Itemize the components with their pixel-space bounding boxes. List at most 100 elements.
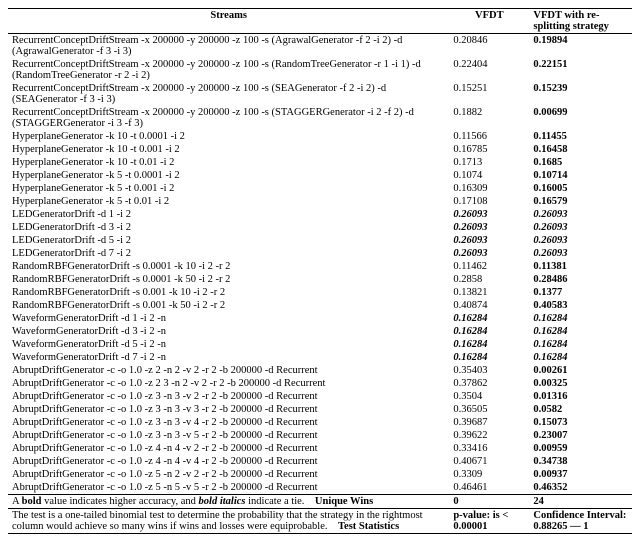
vfdt-cell: 0.11462: [449, 260, 529, 273]
table-row: RecurrentConceptDriftStream -x 200000 -y…: [8, 34, 632, 58]
vfdt-cell: 0.16284: [449, 351, 529, 364]
vfdt-cell: 0.16309: [449, 182, 529, 195]
table-row: HyperplaneGenerator -k 10 -t 0.0001 -i 2…: [8, 130, 632, 143]
table-row: RandomRBFGeneratorDrift -s 0.0001 -k 10 …: [8, 260, 632, 273]
table-row: AbruptDriftGenerator -c -o 1.0 -z 3 -n 3…: [8, 429, 632, 442]
vfdt-cell: 0.46461: [449, 481, 529, 495]
stream-cell: RecurrentConceptDriftStream -x 200000 -y…: [8, 58, 449, 82]
vfdt-resplit-cell: 0.28486: [529, 273, 632, 286]
stream-cell: WaveformGeneratorDrift -d 5 -i 2 -n: [8, 338, 449, 351]
vfdt-cell: 0.20846: [449, 34, 529, 58]
vfdt-cell: 0.26093: [449, 234, 529, 247]
stream-cell: RecurrentConceptDriftStream -x 200000 -y…: [8, 106, 449, 130]
vfdt-resplit-cell: 0.26093: [529, 221, 632, 234]
results-table: Streams VFDT VFDT with re-splitting stra…: [8, 8, 632, 534]
table-row: RecurrentConceptDriftStream -x 200000 -y…: [8, 82, 632, 106]
vfdt-resplit-cell: 0.00261: [529, 364, 632, 377]
vfdt-resplit-cell: 0.15073: [529, 416, 632, 429]
table-row: RandomRBFGeneratorDrift -s 0.001 -k 50 -…: [8, 299, 632, 312]
stream-cell: RecurrentConceptDriftStream -x 200000 -y…: [8, 82, 449, 106]
vfdt-resplit-cell: 0.00699: [529, 106, 632, 130]
table-row: WaveformGeneratorDrift -d 7 -i 2 -n0.162…: [8, 351, 632, 364]
vfdt-cell: 0.37862: [449, 377, 529, 390]
table-row: HyperplaneGenerator -k 5 -t 0.01 -i 20.1…: [8, 195, 632, 208]
vfdt-cell: 0.3309: [449, 468, 529, 481]
vfdt-cell: 0.40671: [449, 455, 529, 468]
table-row: AbruptDriftGenerator -c -o 1.0 -z 5 -n 5…: [8, 481, 632, 495]
stream-cell: AbruptDriftGenerator -c -o 1.0 -z 4 -n 4…: [8, 455, 449, 468]
stream-cell: RandomRBFGeneratorDrift -s 0.0001 -k 50 …: [8, 273, 449, 286]
unique-wins-label: Unique Wins: [315, 496, 373, 507]
stream-cell: AbruptDriftGenerator -c -o 1.0 -z 2 3 -n…: [8, 377, 449, 390]
vfdt-cell: 0.39622: [449, 429, 529, 442]
stream-cell: AbruptDriftGenerator -c -o 1.0 -z 3 -n 3…: [8, 390, 449, 403]
vfdt-cell: 0.40874: [449, 299, 529, 312]
table-row: HyperplaneGenerator -k 10 -t 0.01 -i 20.…: [8, 156, 632, 169]
stream-cell: RandomRBFGeneratorDrift -s 0.0001 -k 10 …: [8, 260, 449, 273]
vfdt-cell: 0.15251: [449, 82, 529, 106]
test-stats-label: Test Statistics: [338, 521, 399, 532]
confidence-interval: Confidence Interval: 0.88265 — 1: [529, 509, 632, 534]
table-row: LEDGeneratorDrift -d 1 -i 20.260930.2609…: [8, 208, 632, 221]
vfdt-resplit-cell: 0.00937: [529, 468, 632, 481]
vfdt-cell: 0.26093: [449, 208, 529, 221]
vfdt-resplit-cell: 0.16579: [529, 195, 632, 208]
stream-cell: AbruptDriftGenerator -c -o 1.0 -z 3 -n 3…: [8, 403, 449, 416]
stream-cell: AbruptDriftGenerator -c -o 1.0 -z 3 -n 3…: [8, 416, 449, 429]
stream-cell: AbruptDriftGenerator -c -o 1.0 -z 4 -n 4…: [8, 442, 449, 455]
vfdt-resplit-cell: 0.22151: [529, 58, 632, 82]
table-row: AbruptDriftGenerator -c -o 1.0 -z 3 -n 3…: [8, 416, 632, 429]
vfdt-resplit-cell: 0.15239: [529, 82, 632, 106]
table-row: RecurrentConceptDriftStream -x 200000 -y…: [8, 58, 632, 82]
col-header-streams: Streams: [8, 9, 449, 34]
vfdt-resplit-cell: 0.46352: [529, 481, 632, 495]
table-row: WaveformGeneratorDrift -d 1 -i 2 -n0.162…: [8, 312, 632, 325]
table-row: HyperplaneGenerator -k 5 -t 0.0001 -i 20…: [8, 169, 632, 182]
vfdt-cell: 0.3504: [449, 390, 529, 403]
vfdt-cell: 0.26093: [449, 247, 529, 260]
stream-cell: LEDGeneratorDrift -d 7 -i 2: [8, 247, 449, 260]
vfdt-cell: 0.35403: [449, 364, 529, 377]
vfdt-resplit-cell: 0.23007: [529, 429, 632, 442]
vfdt-resplit-cell: 0.11455: [529, 130, 632, 143]
vfdt-resplit-cell: 0.01316: [529, 390, 632, 403]
table-row: LEDGeneratorDrift -d 7 -i 20.260930.2609…: [8, 247, 632, 260]
table-row: WaveformGeneratorDrift -d 3 -i 2 -n0.162…: [8, 325, 632, 338]
vfdt-resplit-cell: 0.26093: [529, 208, 632, 221]
vfdt-cell: 0.16284: [449, 325, 529, 338]
vfdt-cell: 0.1713: [449, 156, 529, 169]
stream-cell: RecurrentConceptDriftStream -x 200000 -y…: [8, 34, 449, 58]
table-row: RecurrentConceptDriftStream -x 200000 -y…: [8, 106, 632, 130]
table-row: LEDGeneratorDrift -d 3 -i 20.260930.2609…: [8, 221, 632, 234]
stream-cell: LEDGeneratorDrift -d 1 -i 2: [8, 208, 449, 221]
vfdt-cell: 0.26093: [449, 221, 529, 234]
vfdt-resplit-cell: 0.1685: [529, 156, 632, 169]
vfdt-cell: 0.39687: [449, 416, 529, 429]
table-row: AbruptDriftGenerator -c -o 1.0 -z 5 -n 2…: [8, 468, 632, 481]
vfdt-resplit-cell: 0.34738: [529, 455, 632, 468]
stream-cell: WaveformGeneratorDrift -d 1 -i 2 -n: [8, 312, 449, 325]
vfdt-cell: 0.36505: [449, 403, 529, 416]
table-row: WaveformGeneratorDrift -d 5 -i 2 -n0.162…: [8, 338, 632, 351]
table-row: LEDGeneratorDrift -d 5 -i 20.260930.2609…: [8, 234, 632, 247]
vfdt-resplit-cell: 0.00959: [529, 442, 632, 455]
table-row: AbruptDriftGenerator -c -o 1.0 -z 2 3 -n…: [8, 377, 632, 390]
vfdt-cell: 0.16284: [449, 338, 529, 351]
stream-cell: WaveformGeneratorDrift -d 7 -i 2 -n: [8, 351, 449, 364]
table-row: AbruptDriftGenerator -c -o 1.0 -z 4 -n 4…: [8, 455, 632, 468]
vfdt-cell: 0.16785: [449, 143, 529, 156]
vfdt-resplit-cell: 0.11381: [529, 260, 632, 273]
stream-cell: WaveformGeneratorDrift -d 3 -i 2 -n: [8, 325, 449, 338]
vfdt-resplit-cell: 0.00325: [529, 377, 632, 390]
vfdt-resplit-cell: 0.19894: [529, 34, 632, 58]
vfdt-resplit-cell: 0.16284: [529, 325, 632, 338]
vfdt-resplit-cell: 0.1377: [529, 286, 632, 299]
vfdt-resplit-cell: 0.16005: [529, 182, 632, 195]
vfdt-resplit-cell: 0.40583: [529, 299, 632, 312]
table-row: RandomRBFGeneratorDrift -s 0.0001 -k 50 …: [8, 273, 632, 286]
unique-wins-vfdt: 0: [449, 495, 529, 509]
stream-cell: AbruptDriftGenerator -c -o 1.0 -z 5 -n 5…: [8, 481, 449, 495]
vfdt-cell: 0.17108: [449, 195, 529, 208]
stream-cell: HyperplaneGenerator -k 10 -t 0.0001 -i 2: [8, 130, 449, 143]
vfdt-resplit-cell: 0.26093: [529, 234, 632, 247]
